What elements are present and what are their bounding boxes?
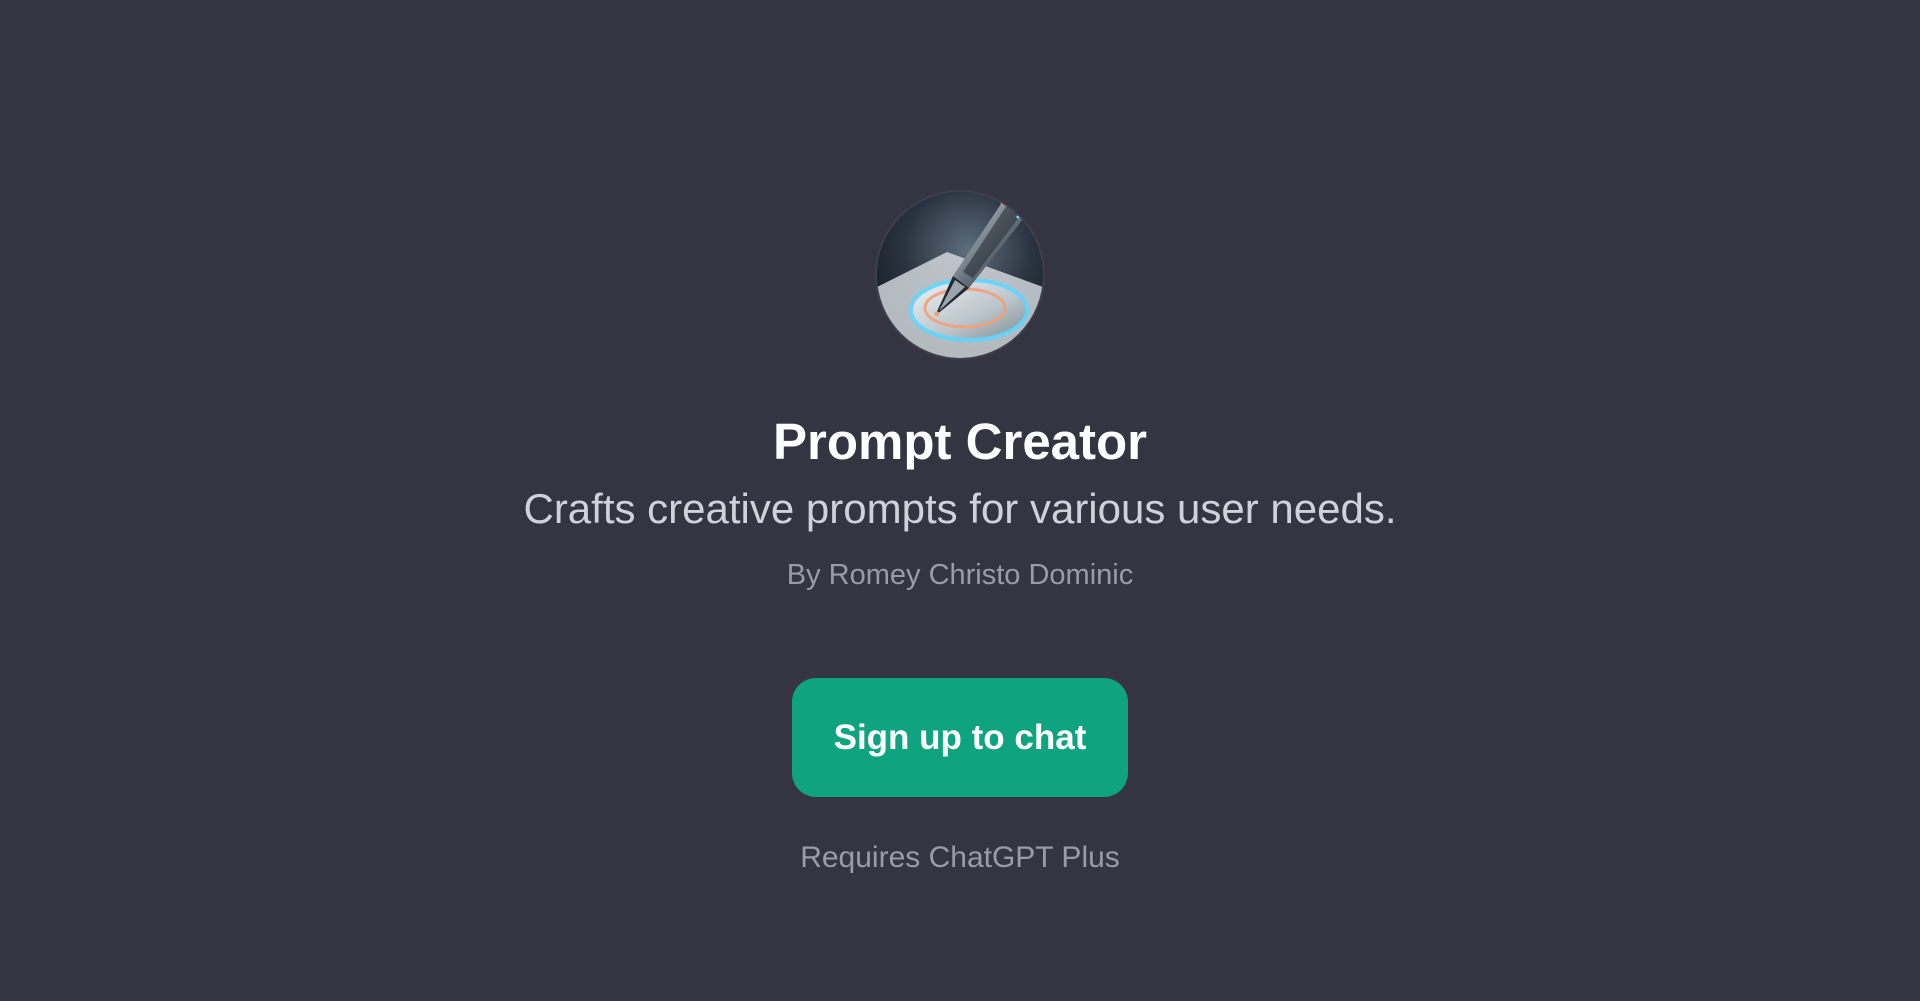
gpt-title: Prompt Creator xyxy=(772,413,1148,470)
requires-plus-note: Requires ChatGPT Plus xyxy=(800,841,1120,874)
gpt-landing-page: Prompt Creator Crafts creative prompts f… xyxy=(0,0,1920,1001)
pen-nib-icon xyxy=(877,192,1043,358)
gpt-author: By Romey Christo Dominic xyxy=(786,559,1134,591)
gpt-description: Crafts creative prompts for various user… xyxy=(523,485,1397,532)
sign-up-to-chat-button[interactable]: Sign up to chat xyxy=(792,678,1128,797)
